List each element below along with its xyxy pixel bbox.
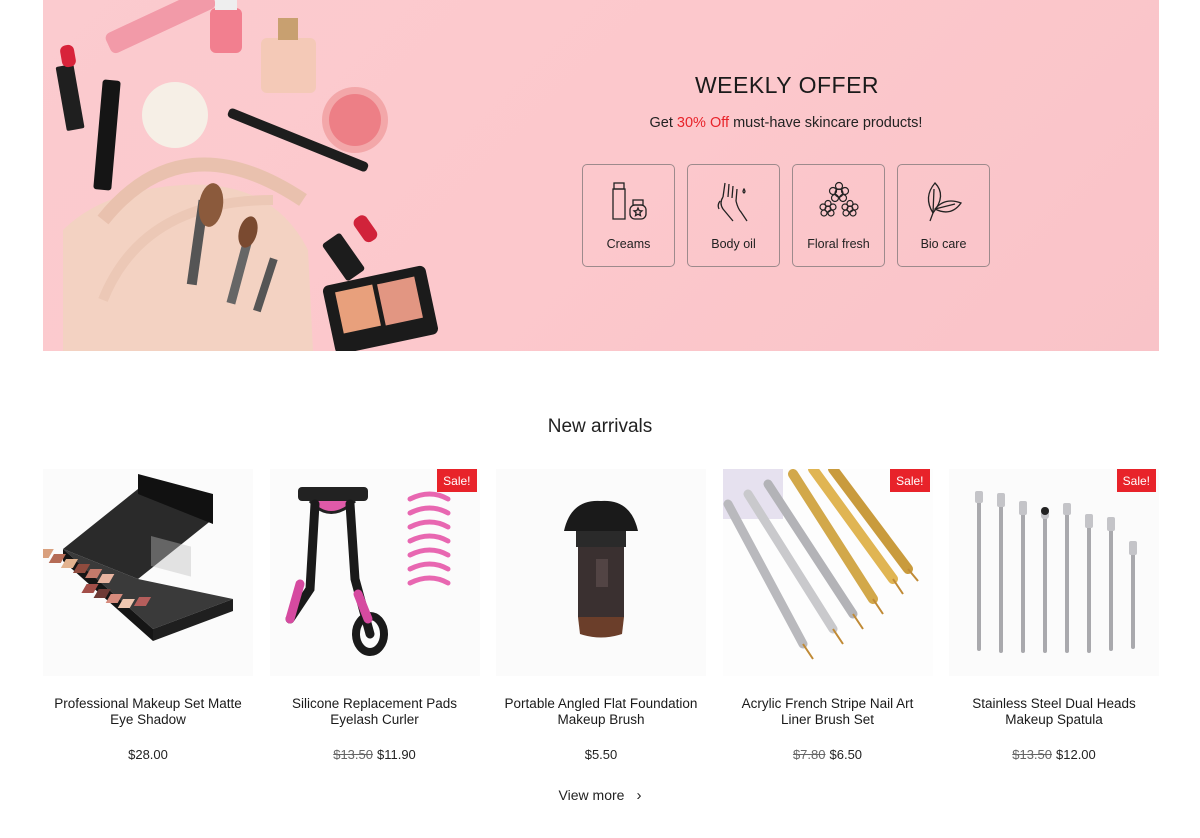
cream-bottle-icon: [611, 182, 647, 220]
offer-subtitle-prefix: Get: [649, 115, 677, 131]
category-label: Bio care: [920, 237, 967, 251]
product-name[interactable]: Portable Angled Flat Foundation Makeup B…: [496, 696, 706, 730]
product-name[interactable]: Acrylic French Stripe Nail Art Liner Bru…: [723, 696, 933, 730]
offer-title: WEEKLY OFFER: [694, 72, 880, 98]
product-image[interactable]: [43, 469, 253, 676]
product-image[interactable]: Sale!: [949, 469, 1159, 676]
new-arrivals-title: New arrivals: [547, 416, 653, 437]
product-image[interactable]: Sale!: [722, 469, 933, 676]
chevron-right-icon: ›: [636, 787, 642, 804]
nail-brush-set-image: [722, 469, 933, 676]
old-price: $13.50: [333, 747, 373, 762]
eyeshadow-palette-image: [43, 474, 233, 641]
product-grid: Professional Makeup Set Matte Eye Shadow…: [43, 469, 1159, 762]
category-label: Creams: [606, 237, 651, 251]
sale-badge: Sale!: [890, 469, 930, 492]
current-price: $6.50: [829, 747, 863, 762]
product-name[interactable]: Stainless Steel Dual Heads Makeup Spatul…: [949, 696, 1159, 730]
product-card[interactable]: Sale! Silicone Replacement Pads Eyelash …: [269, 469, 480, 762]
product-image[interactable]: Sale!: [269, 469, 480, 676]
offer-subtitle-suffix: must-have skincare products!: [729, 115, 923, 131]
category-label: Floral fresh: [807, 237, 870, 251]
category-bio-care[interactable]: Bio care: [897, 164, 990, 267]
product-card[interactable]: Sale! Acrylic French Stripe Nail Art Lin…: [722, 469, 933, 762]
view-more-link[interactable]: View more ›: [0, 787, 1200, 804]
weekly-offer-banner: WEEKLY OFFER Get 30% Off must-have skinc…: [43, 0, 1159, 351]
category-floral-fresh[interactable]: Floral fresh: [792, 164, 885, 267]
product-card[interactable]: Professional Makeup Set Matte Eye Shadow…: [43, 469, 253, 762]
current-price: $11.90: [376, 747, 416, 762]
category-creams[interactable]: Creams: [582, 164, 675, 267]
eyelash-curler-image: [285, 487, 450, 656]
flower-icon: [818, 181, 859, 217]
leaf-icon: [927, 182, 962, 222]
product-price: $13.50 $11.90: [270, 747, 480, 762]
current-price: $5.50: [584, 747, 618, 762]
product-name[interactable]: Professional Makeup Set Matte Eye Shadow: [43, 696, 253, 730]
sale-badge: Sale!: [1116, 469, 1156, 492]
product-name[interactable]: Silicone Replacement Pads Eyelash Curler: [270, 696, 480, 730]
category-list: Creams Body oil Floral fresh Bio care: [582, 164, 990, 267]
current-price: $12.00: [1056, 747, 1096, 762]
foundation-brush-image: [564, 500, 638, 638]
product-price: $5.50: [496, 747, 706, 762]
sale-badge: Sale!: [437, 469, 477, 492]
product-image[interactable]: [496, 469, 706, 676]
product-price: $28.00: [43, 747, 253, 762]
product-card[interactable]: Portable Angled Flat Foundation Makeup B…: [496, 469, 706, 762]
offer-discount: 30% Off: [676, 115, 730, 131]
product-card[interactable]: Sale! Stainless Steel Dual Heads Makeup …: [949, 469, 1159, 762]
offer-subtitle: Get 30% Off must-have skincare products!: [583, 115, 989, 131]
current-price: $28.00: [128, 747, 168, 762]
hand-drop-icon: [717, 182, 748, 222]
old-price: $7.80: [792, 747, 826, 762]
cosmetics-banner-image: [55, 0, 439, 351]
product-price: $13.50 $12.00: [949, 747, 1159, 762]
category-label: Body oil: [711, 237, 756, 251]
product-price: $7.80 $6.50: [723, 747, 933, 762]
spatula-set-image: [975, 491, 1137, 653]
view-more-label: View more: [558, 787, 625, 803]
old-price: $13.50: [1012, 747, 1052, 762]
category-body-oil[interactable]: Body oil: [687, 164, 780, 267]
